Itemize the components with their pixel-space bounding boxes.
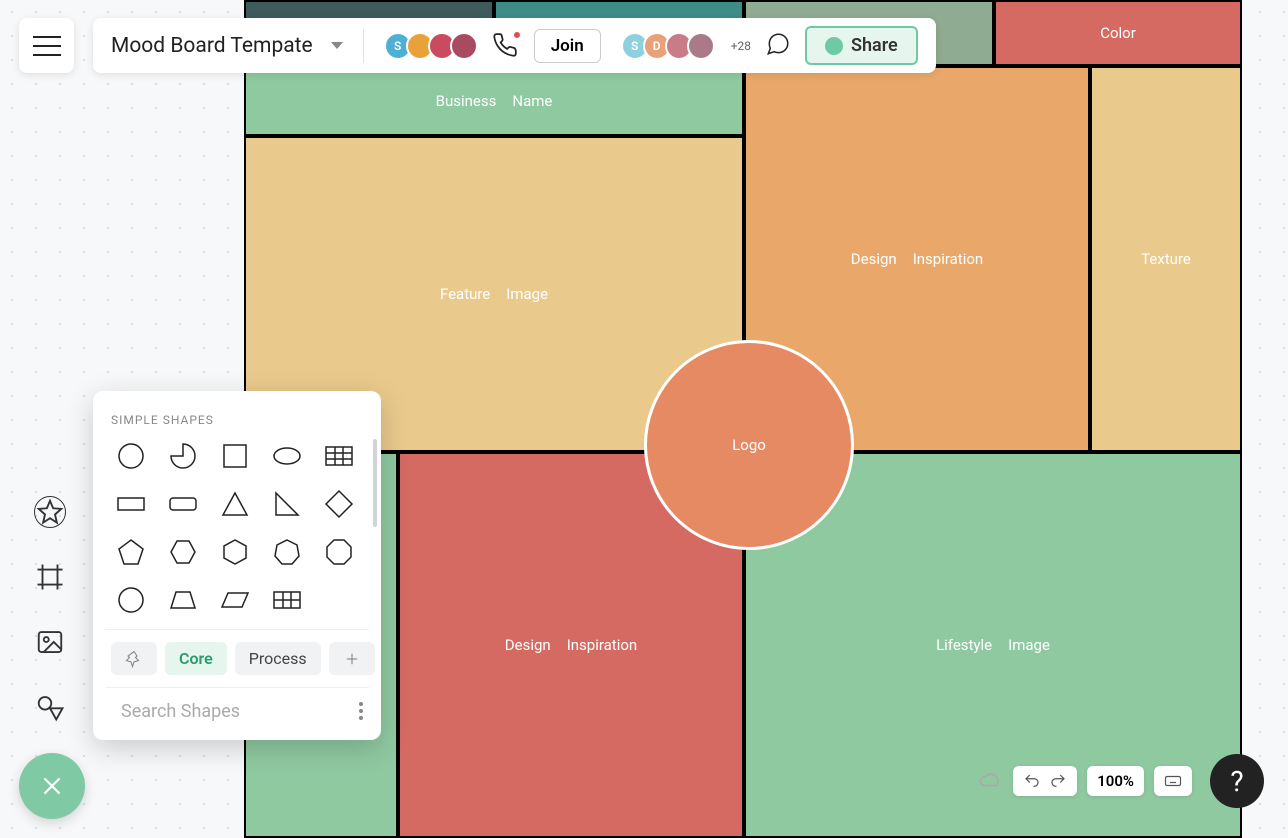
undo-icon[interactable]: [1023, 772, 1041, 790]
pin-tab[interactable]: [111, 642, 157, 675]
image-icon: [35, 627, 65, 657]
help-button[interactable]: ?: [1210, 754, 1264, 808]
search-shapes-input[interactable]: [121, 701, 349, 722]
call-button[interactable]: [492, 32, 520, 60]
avatar-overflow-count[interactable]: +28: [731, 39, 751, 53]
shape-search-menu[interactable]: [359, 702, 363, 720]
shape-decagon[interactable]: [111, 583, 151, 617]
close-panel-button[interactable]: [19, 753, 85, 819]
cloud-icon: [977, 766, 1003, 792]
speech-bubble-icon: [765, 31, 791, 57]
tile-label: Lifestyle: [936, 636, 992, 654]
undo-redo-group: [1013, 766, 1077, 796]
plus-icon: [343, 650, 361, 668]
title-dropdown-icon[interactable]: [331, 42, 343, 49]
shape-right-triangle[interactable]: [267, 487, 307, 521]
shape-ellipse[interactable]: [267, 439, 307, 473]
shape-grid-3x2[interactable]: [267, 583, 307, 617]
tile-label: Design: [505, 636, 551, 654]
tile-label: Color: [1100, 24, 1136, 42]
shape-triangle[interactable]: [215, 487, 255, 521]
panel-title: SIMPLE SHAPES: [111, 413, 369, 427]
top-toolbar: Mood Board Tempate S Join S D +28 Share: [93, 18, 936, 73]
shape-grid: [105, 439, 369, 629]
document-title[interactable]: Mood Board Tempate: [111, 34, 313, 58]
rail-image-button[interactable]: [33, 625, 67, 659]
shape-heptagon[interactable]: [267, 535, 307, 569]
tile-label: Inspiration: [913, 250, 984, 268]
bottom-toolbar: 100% ?: [977, 754, 1264, 808]
frame-icon: [35, 562, 65, 592]
shape-trapezoid[interactable]: [163, 583, 203, 617]
share-button[interactable]: Share: [805, 26, 918, 65]
shape-category-tabs: Core Process: [105, 629, 369, 687]
menu-button[interactable]: [19, 18, 74, 73]
shape-circle[interactable]: [111, 439, 151, 473]
tile-label: Inspiration: [567, 636, 638, 654]
share-label: Share: [851, 35, 898, 56]
shape-pie[interactable]: [163, 439, 203, 473]
presence-avatars-left[interactable]: S: [384, 32, 478, 60]
zoom-level[interactable]: 100%: [1087, 766, 1144, 796]
presence-avatars-right[interactable]: S D: [621, 32, 715, 60]
logo-circle[interactable]: Logo: [644, 340, 854, 550]
tile-label: Name: [512, 92, 552, 110]
shape-rounded-rect[interactable]: [163, 487, 203, 521]
shape-search-row: [105, 687, 369, 730]
add-tab-button[interactable]: [329, 642, 375, 675]
tile-label: Business: [436, 92, 497, 110]
shape-hexagon[interactable]: [163, 535, 203, 569]
tile-label: Texture: [1141, 250, 1191, 268]
avatar[interactable]: [687, 32, 715, 60]
keyboard-icon: [1164, 772, 1182, 790]
tile-texture[interactable]: Texture: [1090, 66, 1242, 452]
globe-icon: [825, 37, 843, 55]
join-button[interactable]: Join: [534, 29, 601, 63]
tile-label: Image: [1008, 636, 1050, 654]
canvas[interactable]: Color Business Name Feature Image Design…: [244, 0, 1242, 838]
comments-button[interactable]: [765, 31, 791, 61]
shape-table[interactable]: [319, 439, 359, 473]
separator: [363, 29, 364, 63]
shape-hexagon-v[interactable]: [215, 535, 255, 569]
close-icon: [39, 773, 65, 799]
tab-core[interactable]: Core: [165, 642, 227, 675]
shape-square[interactable]: [215, 439, 255, 473]
shape-diamond[interactable]: [319, 487, 359, 521]
rail-templates-button[interactable]: [33, 495, 67, 529]
star-icon: [35, 497, 65, 527]
tile-color[interactable]: Color: [994, 0, 1242, 66]
tile-label: Image: [506, 285, 548, 303]
tile-business[interactable]: Business Name: [244, 66, 744, 136]
keyboard-shortcuts-button[interactable]: [1154, 766, 1192, 796]
hamburger-icon: [33, 36, 61, 56]
tile-label: Design: [851, 250, 897, 268]
avatar[interactable]: [450, 32, 478, 60]
shape-pentagon[interactable]: [111, 535, 151, 569]
redo-icon[interactable]: [1049, 772, 1067, 790]
shapes-icon: [35, 692, 65, 722]
sync-status[interactable]: [977, 766, 1003, 796]
tile-label: Feature: [440, 285, 490, 303]
shape-octagon[interactable]: [319, 535, 359, 569]
rail-frames-button[interactable]: [33, 560, 67, 594]
shape-rectangle[interactable]: [111, 487, 151, 521]
rail-shapes-button[interactable]: [33, 690, 67, 724]
tab-process[interactable]: Process: [235, 642, 321, 675]
logo-label: Logo: [732, 436, 766, 454]
shapes-panel: SIMPLE SHAPES Core Process: [93, 391, 381, 740]
pin-icon: [125, 650, 143, 668]
shape-parallelogram[interactable]: [215, 583, 255, 617]
notification-dot: [512, 30, 522, 40]
